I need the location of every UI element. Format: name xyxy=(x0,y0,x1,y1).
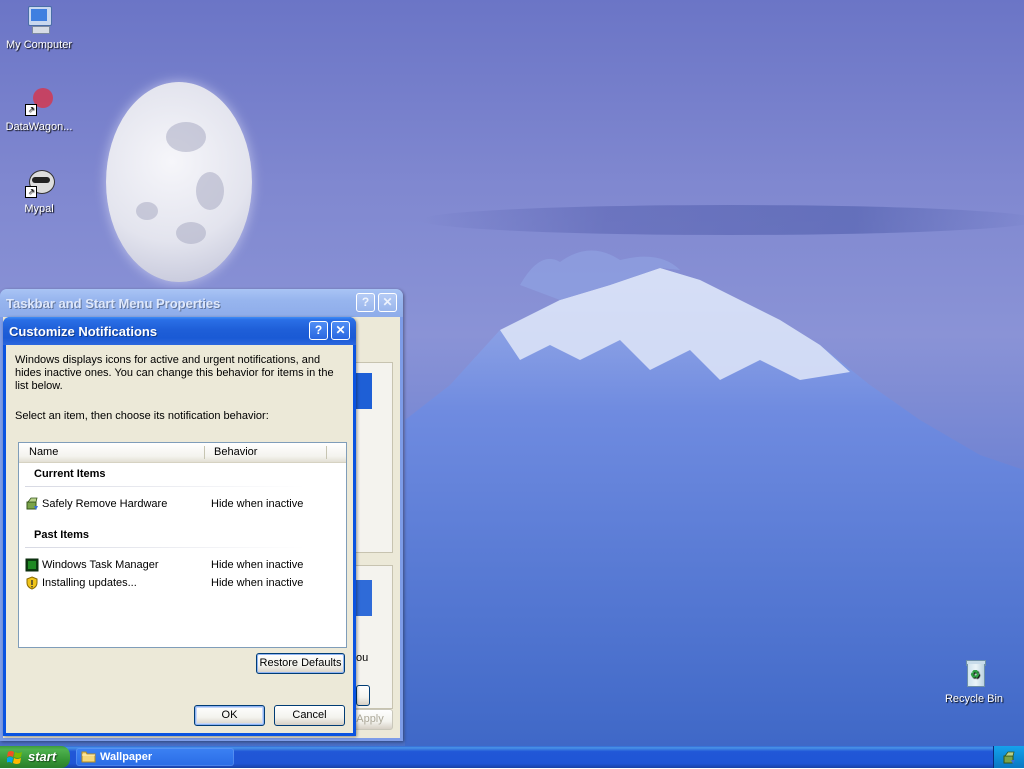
customize-notifications-body: Windows displays icons for active and ur… xyxy=(6,345,353,733)
customize-notifications-titlebar[interactable]: Customize Notifications ? ✕ xyxy=(3,317,356,345)
preview-image xyxy=(356,580,372,616)
column-header-behavior[interactable]: Behavior xyxy=(214,446,257,458)
computer-icon xyxy=(23,4,55,36)
group-title-past: Past Items xyxy=(34,529,90,541)
group-title-current: Current Items xyxy=(34,468,106,480)
raccoon-icon: ↗ xyxy=(23,168,55,200)
customize-button[interactable] xyxy=(356,685,370,706)
safely-remove-hardware-icon[interactable] xyxy=(1002,750,1016,764)
preview-image xyxy=(356,373,372,409)
recycle-bin-icon: ♻ xyxy=(958,658,990,690)
list-item[interactable]: Installing updates... Hide when inactive xyxy=(23,575,343,592)
desktop-icon-label: DataWagon... xyxy=(5,121,73,133)
desktop-icon-label: Recycle Bin xyxy=(944,693,1004,705)
partial-text: ou xyxy=(356,652,369,664)
close-button[interactable]: ✕ xyxy=(331,321,350,340)
windows-logo-icon xyxy=(6,750,23,764)
window-title: Taskbar and Start Menu Properties xyxy=(6,296,221,311)
ok-button[interactable]: OK xyxy=(194,705,265,726)
item-behavior[interactable]: Hide when inactive xyxy=(211,577,303,589)
group-divider xyxy=(25,547,305,548)
notification-items-list[interactable]: Name Behavior Current Items Safely Remov… xyxy=(18,442,347,648)
description-text: Windows displays icons for active and ur… xyxy=(15,354,334,392)
taskbar-button-wallpaper[interactable]: Wallpaper xyxy=(76,748,234,766)
notification-area xyxy=(993,746,1024,768)
item-name: Safely Remove Hardware xyxy=(42,498,168,510)
folder-icon xyxy=(81,750,96,763)
restore-defaults-button[interactable]: Restore Defaults xyxy=(256,653,345,674)
dialog-title: Customize Notifications xyxy=(9,324,158,339)
group-divider xyxy=(25,486,305,487)
start-button[interactable]: start xyxy=(0,746,70,768)
desktop-background: My Computer ↗ DataWagon... ↗ Mypal ♻ Rec… xyxy=(0,0,1024,746)
taskbar: start Wallpaper xyxy=(0,746,1024,768)
datawagon-icon: ↗ xyxy=(23,86,55,118)
start-label: start xyxy=(28,749,57,764)
task-manager-icon xyxy=(25,558,39,572)
desktop-icon-mypal[interactable]: ↗ Mypal xyxy=(0,168,78,215)
help-button[interactable]: ? xyxy=(309,321,328,340)
item-name: Windows Task Manager xyxy=(42,559,159,571)
desktop-icon-label: Mypal xyxy=(24,203,54,215)
list-item[interactable]: Safely Remove Hardware Hide when inactiv… xyxy=(23,496,343,513)
list-item[interactable]: Windows Task Manager Hide when inactive xyxy=(23,557,343,574)
column-header-name[interactable]: Name xyxy=(29,446,58,458)
item-behavior[interactable]: Hide when inactive xyxy=(211,559,303,571)
safely-remove-hardware-icon xyxy=(25,497,39,511)
groupbox-panel xyxy=(355,362,393,553)
help-button[interactable]: ? xyxy=(356,293,375,312)
list-header: Name Behavior xyxy=(19,443,346,463)
desktop-icon-datawagon[interactable]: ↗ DataWagon... xyxy=(0,86,78,133)
item-name: Installing updates... xyxy=(42,577,137,589)
desktop-icon-my-computer[interactable]: My Computer xyxy=(0,4,78,51)
desktop-icon-label: My Computer xyxy=(5,39,73,51)
groupbox-panel: ou xyxy=(355,565,393,709)
cancel-button[interactable]: Cancel xyxy=(274,705,345,726)
taskbar-properties-titlebar[interactable]: Taskbar and Start Menu Properties ? ✕ xyxy=(0,289,403,317)
item-behavior[interactable]: Hide when inactive xyxy=(211,498,303,510)
taskbar-button-label: Wallpaper xyxy=(100,751,153,763)
customize-notifications-dialog: Customize Notifications ? ✕ Windows disp… xyxy=(3,317,356,736)
desktop-icon-recycle-bin[interactable]: ♻ Recycle Bin xyxy=(935,658,1013,705)
shield-icon xyxy=(25,576,39,590)
instruction-text: Select an item, then choose its notifica… xyxy=(15,410,269,422)
close-button[interactable]: ✕ xyxy=(378,293,397,312)
